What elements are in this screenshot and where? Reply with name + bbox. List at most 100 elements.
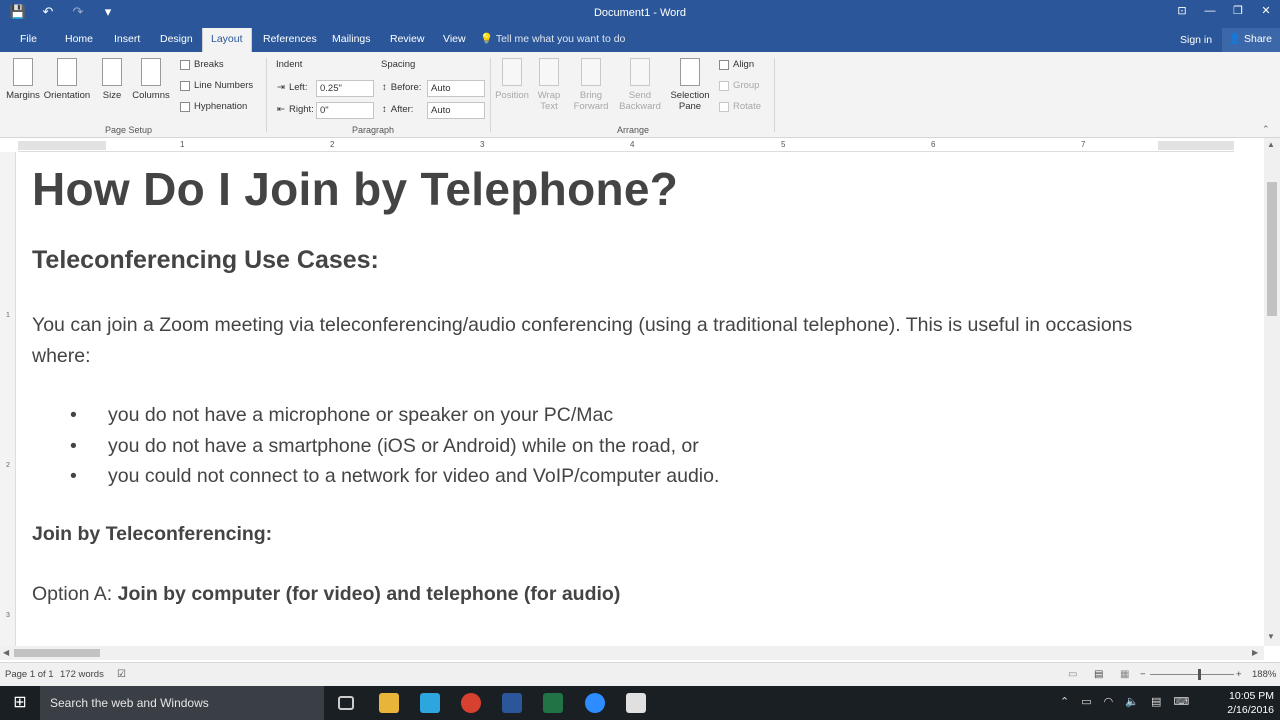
send-backward-button[interactable]: Send Backward bbox=[615, 58, 665, 112]
tab-file[interactable]: File bbox=[12, 28, 45, 52]
hyphenation-label: Hyphenation bbox=[194, 101, 248, 112]
size-icon bbox=[102, 58, 122, 86]
clock[interactable]: 10:05 PM 2/16/2016 bbox=[1227, 689, 1274, 717]
horizontal-scroll-thumb[interactable] bbox=[14, 649, 100, 657]
minimize-icon[interactable]: — bbox=[1196, 0, 1224, 24]
word-count[interactable]: 172 words bbox=[60, 669, 104, 680]
align-button[interactable]: Align bbox=[719, 59, 754, 70]
indent-right-text: Right: bbox=[288, 104, 314, 115]
breaks-button[interactable]: Breaks bbox=[180, 59, 224, 70]
restore-icon[interactable]: ❐ bbox=[1224, 0, 1252, 24]
horizontal-scrollbar[interactable]: ◀ ▶ bbox=[0, 646, 1264, 660]
zoom-app-icon[interactable] bbox=[585, 693, 605, 713]
group-divider bbox=[774, 58, 775, 132]
scroll-right-icon[interactable]: ▶ bbox=[1252, 648, 1258, 657]
volume-icon[interactable]: 🔈 bbox=[1125, 695, 1139, 708]
chrome-icon[interactable] bbox=[461, 693, 481, 713]
line-numbers-button[interactable]: Line Numbers bbox=[180, 80, 253, 91]
indent-label: Indent bbox=[276, 59, 303, 70]
zoom-level[interactable]: 188% bbox=[1252, 669, 1276, 680]
indent-left-field[interactable]: 0.25" bbox=[316, 80, 374, 97]
orientation-label: Orientation bbox=[43, 90, 91, 101]
keyboard-icon[interactable]: ⌨ bbox=[1173, 695, 1189, 708]
share-label: Share bbox=[1244, 33, 1273, 45]
vertical-scrollbar[interactable]: ▲ ▼ bbox=[1264, 138, 1280, 646]
size-button[interactable]: Size bbox=[100, 58, 124, 101]
proofing-icon[interactable]: ☑ bbox=[117, 669, 126, 680]
document-canvas[interactable]: How Do I Join by Telephone? Teleconferen… bbox=[17, 152, 1234, 646]
orientation-button[interactable]: Orientation bbox=[41, 58, 93, 101]
tab-insert[interactable]: Insert bbox=[106, 28, 148, 52]
tab-layout[interactable]: Layout bbox=[202, 28, 252, 52]
margins-button[interactable]: Margins bbox=[4, 58, 42, 101]
columns-button[interactable]: Columns bbox=[130, 58, 172, 101]
scroll-down-icon[interactable]: ▼ bbox=[1267, 632, 1275, 641]
bring-forward-button[interactable]: Bring Forward bbox=[569, 58, 613, 112]
tab-review[interactable]: Review bbox=[382, 28, 432, 52]
store-icon[interactable] bbox=[420, 693, 440, 713]
spacing-before-field[interactable]: Auto bbox=[427, 80, 485, 97]
close-icon[interactable]: ✕ bbox=[1252, 0, 1280, 24]
wrap-text-button[interactable]: Wrap Text bbox=[534, 58, 564, 112]
spacing-after-field[interactable]: Auto bbox=[427, 102, 485, 119]
indent-right-icon: ⇤ bbox=[277, 104, 285, 115]
selection-pane-button[interactable]: Selection Pane bbox=[668, 58, 712, 112]
position-button[interactable]: Position bbox=[494, 58, 530, 101]
ruler-right-margin bbox=[1158, 141, 1234, 150]
collapse-ribbon-icon[interactable]: ⌃ bbox=[1262, 124, 1270, 135]
action-center-icon[interactable]: ▤ bbox=[1151, 695, 1161, 708]
show-hidden-icons-icon[interactable]: ⌃ bbox=[1060, 695, 1069, 708]
windows-start-icon[interactable]: ⊞ bbox=[0, 686, 40, 720]
zoom-slider-thumb[interactable] bbox=[1198, 669, 1201, 680]
indent-left-text: Left: bbox=[288, 82, 308, 93]
ribbon-tabs: File Home Insert Design Layout Reference… bbox=[0, 28, 1280, 52]
group-button[interactable]: Group bbox=[719, 80, 759, 91]
rotate-button[interactable]: Rotate bbox=[719, 101, 761, 112]
task-view-icon[interactable] bbox=[338, 696, 354, 710]
lightbulb-icon: 💡 bbox=[480, 33, 494, 45]
photos-icon[interactable] bbox=[626, 693, 646, 713]
tell-me-search[interactable]: 💡 Tell me what you want to do bbox=[480, 28, 625, 50]
list-item-text: you could not connect to a network for v… bbox=[108, 465, 720, 487]
wifi-icon[interactable]: ◠ bbox=[1104, 695, 1114, 708]
indent-heading: Indent bbox=[276, 59, 302, 70]
battery-icon[interactable]: ▭ bbox=[1081, 695, 1091, 708]
excel-icon[interactable] bbox=[543, 693, 563, 713]
web-layout-icon[interactable]: ▦ bbox=[1120, 669, 1129, 680]
read-mode-icon[interactable]: ▭ bbox=[1068, 669, 1077, 680]
print-layout-icon[interactable]: ▤ bbox=[1094, 669, 1103, 680]
sign-in-link[interactable]: Sign in bbox=[1180, 28, 1212, 52]
zoom-out-icon[interactable]: − bbox=[1140, 669, 1146, 680]
tab-mailings[interactable]: Mailings bbox=[324, 28, 379, 52]
tab-design[interactable]: Design bbox=[152, 28, 201, 52]
page-count[interactable]: Page 1 of 1 bbox=[5, 669, 54, 680]
zoom-slider[interactable] bbox=[1150, 674, 1234, 675]
breaks-label: Breaks bbox=[194, 59, 224, 70]
taskbar-search-box[interactable]: Search the web and Windows bbox=[40, 686, 324, 720]
list-item: • you could not connect to a network for … bbox=[70, 465, 719, 488]
ruler-left-margin bbox=[18, 141, 106, 150]
scroll-left-icon[interactable]: ◀ bbox=[3, 648, 9, 657]
ruler-number: 2 bbox=[6, 462, 10, 469]
ribbon: Margins Orientation Size Columns Breaks … bbox=[0, 52, 1280, 138]
line-numbers-label: Line Numbers bbox=[194, 80, 254, 91]
ruler-number: 1 bbox=[6, 312, 10, 319]
file-explorer-icon[interactable] bbox=[379, 693, 399, 713]
hyphenation-button[interactable]: Hyphenation bbox=[180, 101, 247, 112]
zoom-in-icon[interactable]: + bbox=[1236, 669, 1242, 680]
send-backward-label: Send Backward bbox=[619, 90, 661, 112]
indent-right-label: ⇤ Right: bbox=[277, 104, 314, 115]
tab-view[interactable]: View bbox=[435, 28, 474, 52]
ribbon-display-options-icon[interactable]: ⊡ bbox=[1168, 0, 1196, 24]
breaks-icon bbox=[180, 59, 190, 70]
spacing-before-label: ↕ Before: bbox=[382, 82, 421, 93]
indent-right-field[interactable]: 0" bbox=[316, 102, 374, 119]
vertical-scroll-thumb[interactable] bbox=[1267, 182, 1277, 316]
scroll-up-icon[interactable]: ▲ bbox=[1267, 140, 1275, 149]
rotate-icon bbox=[719, 101, 729, 112]
share-button[interactable]: 👤 Share bbox=[1222, 28, 1280, 52]
word-icon[interactable] bbox=[502, 693, 522, 713]
ruler-number: 6 bbox=[931, 140, 936, 149]
tab-home[interactable]: Home bbox=[57, 28, 101, 52]
tab-references[interactable]: References bbox=[255, 28, 325, 52]
